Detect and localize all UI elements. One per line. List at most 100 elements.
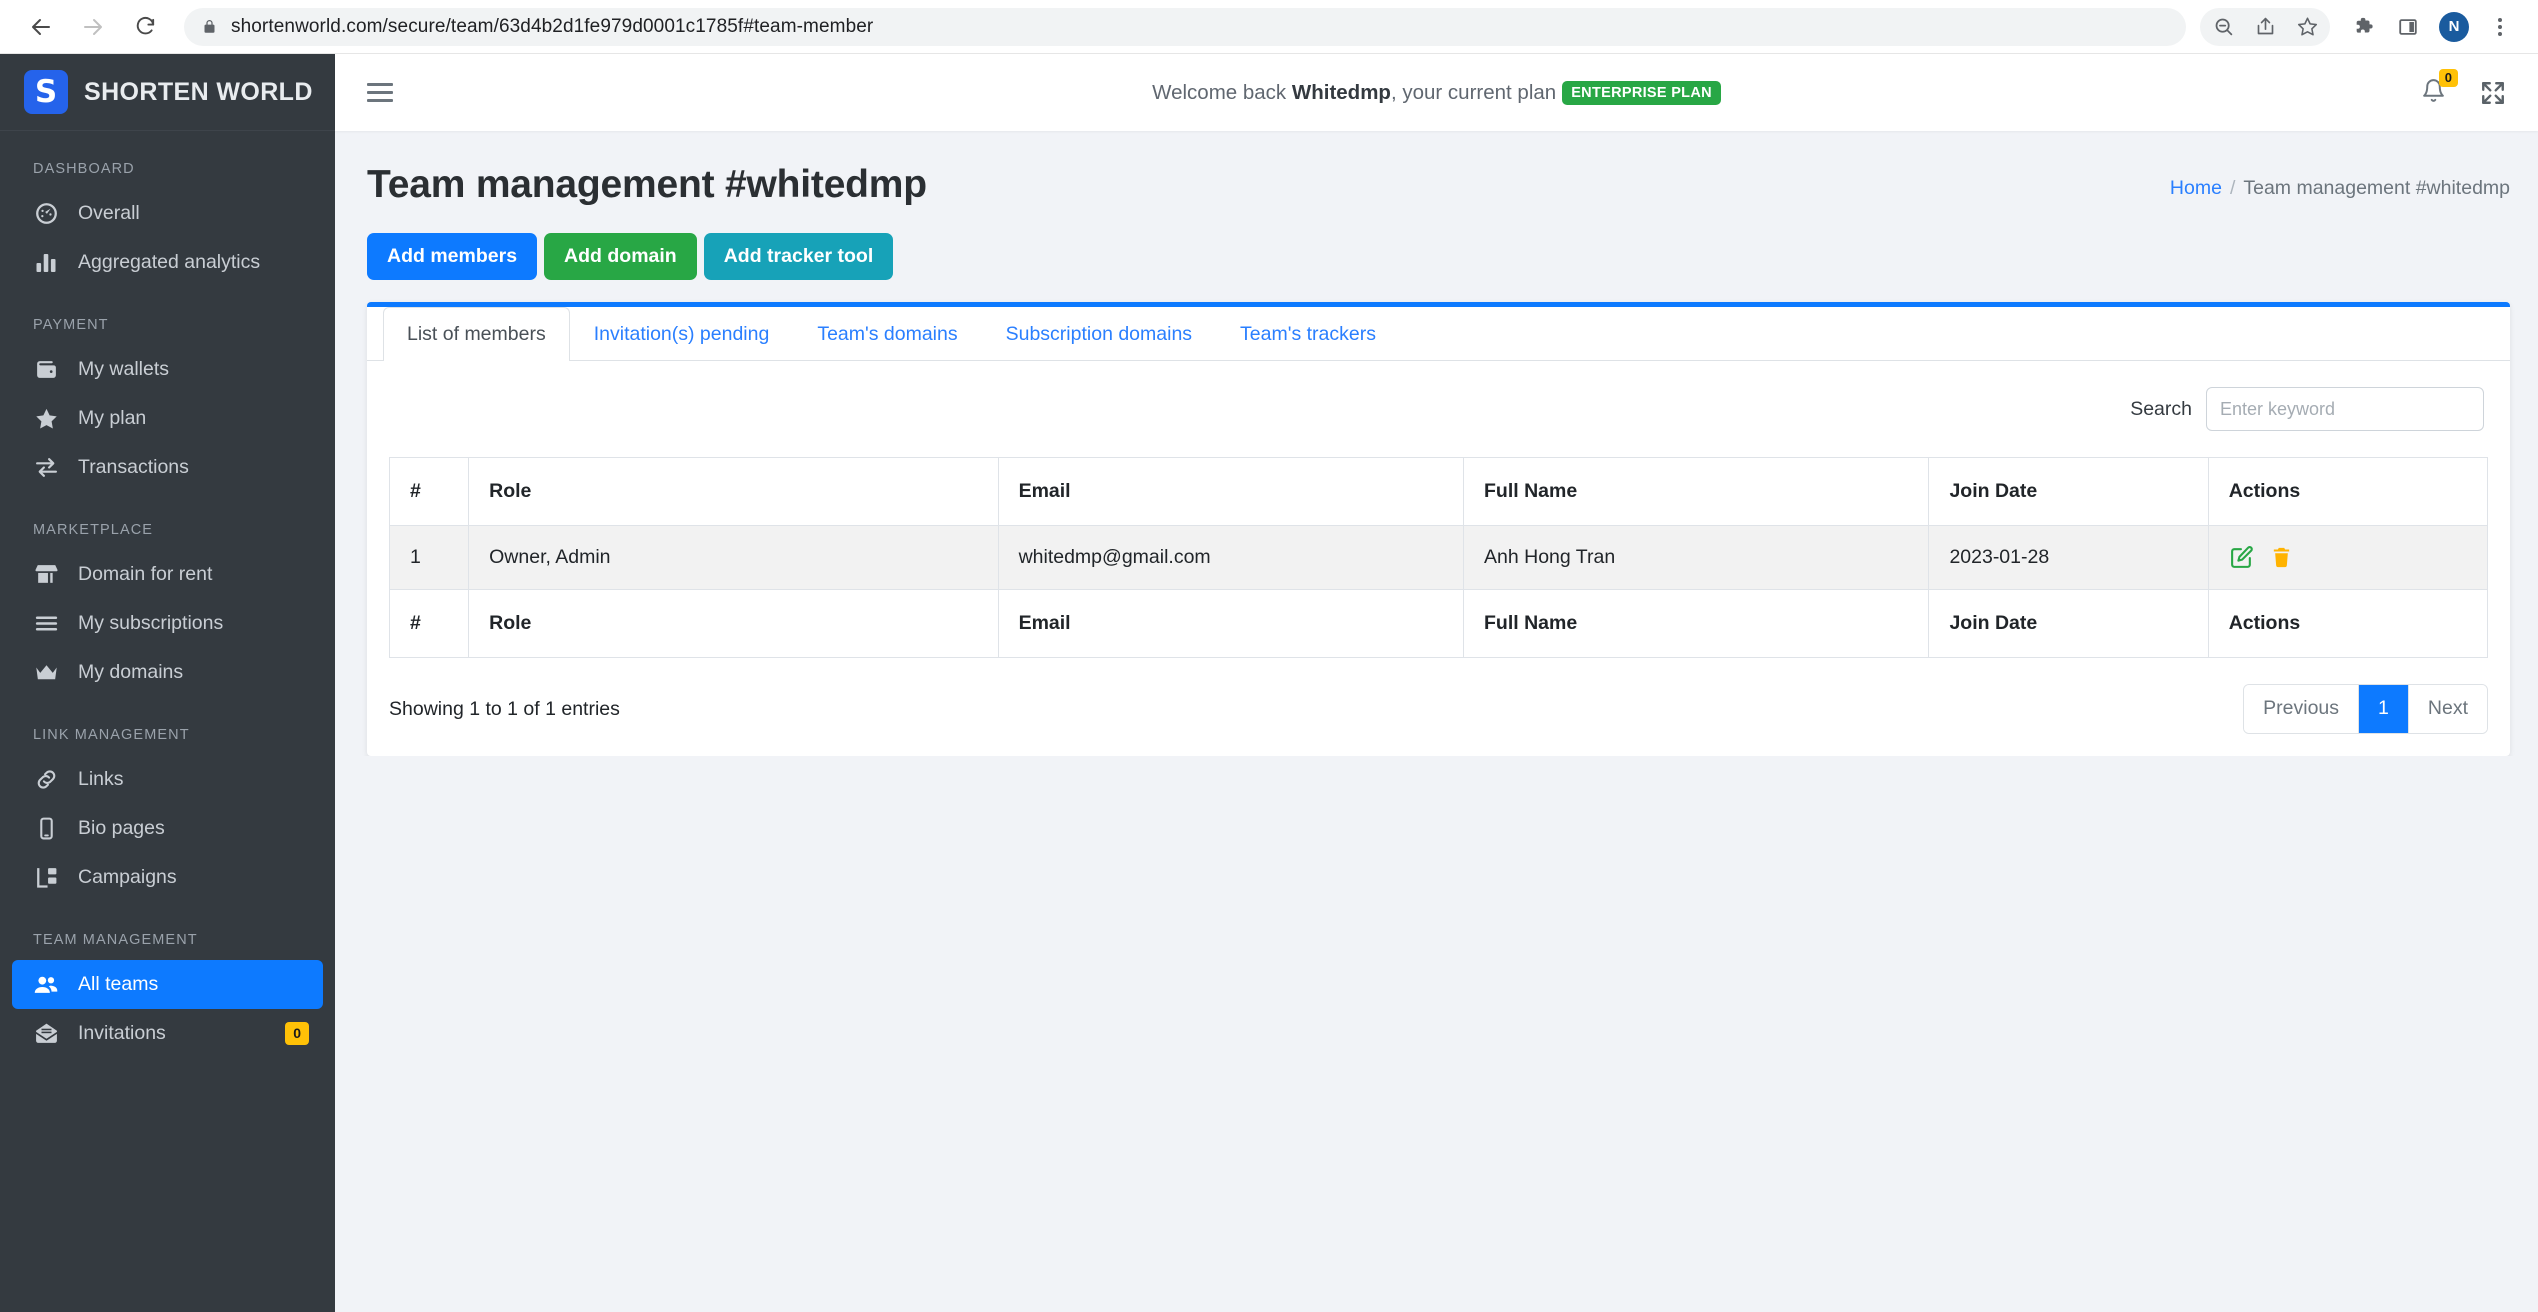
delete-member-icon[interactable] (2270, 546, 2293, 569)
sidebar-item-bio-pages[interactable]: Bio pages (12, 804, 323, 853)
sidebar-item-domain-for-rent[interactable]: Domain for rent (12, 550, 323, 599)
column-header: Role (468, 589, 999, 659)
reload-button[interactable] (122, 4, 168, 50)
app-shell: S SHORTEN WORLD DASHBOARD Overall Aggregat… (0, 54, 2538, 1312)
address-bar[interactable]: shortenworld.com/secure/team/63d4b2d1fe9… (184, 7, 2186, 46)
table-footer-header-row: # Role Email Full Name Join Date Actions (388, 589, 2489, 659)
sidebar: S SHORTEN WORLD DASHBOARD Overall Aggregat… (0, 54, 335, 1312)
main-area: Welcome back Whitedmp, your current plan… (335, 54, 2538, 1312)
column-header: Join Date (1928, 589, 2209, 659)
breadcrumb-home-link[interactable]: Home (2170, 177, 2222, 199)
tab-team-s-domains[interactable]: Team's domains (793, 307, 981, 361)
members-card: List of members Invitation(s) pending Team… (367, 302, 2510, 756)
star-icon (33, 406, 59, 432)
topbar-actions: 0 (2421, 68, 2506, 108)
profile-avatar[interactable]: N (2439, 11, 2469, 42)
sidebar-nav: DASHBOARD Overall Aggregated analytics PAYM… (0, 161, 335, 1058)
sidebar-section-title: LINK MANAGEMENT (33, 727, 190, 743)
pagination-previous[interactable]: Previous (2244, 685, 2360, 733)
table-body: 1 Owner, Admin whitedmp@gmail.com Anh Hong … (388, 525, 2489, 591)
table-header-row: # Role Email Full Name Join Date Actions (388, 457, 2489, 527)
breadcrumb: Home / Team management #whitedmp (2170, 163, 2510, 200)
sidebar-section-title: TEAM MANAGEMENT (33, 932, 198, 948)
sidebar-item-my-plan[interactable]: My plan (12, 394, 323, 443)
pagination-page-1[interactable]: 1 (2359, 685, 2409, 733)
cell-actions (2207, 525, 2489, 591)
table-head: # Role Email Full Name Join Date Actions (388, 457, 2489, 527)
column-header: Email (997, 457, 1465, 527)
cell-index: 1 (388, 525, 470, 591)
sidebar-item-label: Campaigns (78, 866, 177, 888)
sidebar-item-label: My subscriptions (78, 612, 224, 634)
sidebar-item-badge: 0 (285, 1022, 309, 1045)
omnibox-actions (2200, 7, 2330, 46)
plan-badge: ENTERPRISE PLAN (1562, 80, 1721, 105)
search-label: Search (2130, 397, 2192, 420)
column-header: # (388, 457, 470, 527)
entries-info: Showing 1 to 1 of 1 entries (389, 697, 620, 720)
sidebar-item-all-teams[interactable]: All teams (12, 960, 323, 1009)
sidebar-item-transactions[interactable]: Transactions (12, 443, 323, 492)
page-content: Team management #whitedmp Home / Team mana… (335, 131, 2538, 756)
zoom-out-icon[interactable] (2204, 8, 2242, 46)
sidebar-section-title: MARKETPLACE (33, 522, 154, 538)
add-members-button[interactable]: Add members (367, 233, 538, 281)
browser-toolbar: shortenworld.com/secure/team/63d4b2d1fe9… (0, 0, 2538, 54)
users-icon (33, 972, 59, 998)
browser-menu-button[interactable] (2480, 7, 2520, 47)
sidebar-item-campaigns[interactable]: Campaigns (12, 853, 323, 902)
sidebar-item-overall[interactable]: Overall (12, 189, 323, 238)
tab-list-of-members[interactable]: List of members (383, 307, 570, 362)
notifications-button[interactable]: 0 (2421, 68, 2458, 108)
add-tracker-tool-button[interactable]: Add tracker tool (703, 233, 894, 281)
welcome-username: Whitedmp (1291, 80, 1391, 104)
sidebar-section-title: PAYMENT (33, 317, 109, 333)
page-header: Team management #whitedmp Home / Team mana… (367, 163, 2510, 207)
sidebar-item-aggregated-analytics[interactable]: Aggregated analytics (12, 238, 323, 287)
search-row: Search (389, 387, 2488, 432)
sidebar-item-label: Links (78, 768, 124, 790)
bookmark-star-icon[interactable] (2288, 8, 2326, 46)
column-header: Role (468, 457, 999, 527)
search-input[interactable] (2206, 387, 2484, 432)
tab-team-s-trackers[interactable]: Team's trackers (1216, 307, 1400, 361)
extensions-puzzle-icon[interactable] (2344, 7, 2384, 47)
lock-icon (202, 18, 217, 35)
column-header: Actions (2207, 589, 2489, 659)
add-domain-button[interactable]: Add domain (544, 233, 697, 281)
breadcrumb-current: Team management #whitedmp (2243, 177, 2510, 199)
forward-button[interactable] (70, 4, 116, 50)
fullscreen-button[interactable] (2480, 80, 2506, 106)
sidebar-item-links[interactable]: Links (12, 755, 323, 804)
sidebar-toggle-icon[interactable] (367, 83, 393, 102)
sidebar-item-my-subscriptions[interactable]: My subscriptions (12, 599, 323, 648)
mobile-phone-icon (33, 816, 59, 842)
sidebar-item-my-domains[interactable]: My domains (12, 648, 323, 697)
edit-member-icon[interactable] (2229, 545, 2254, 570)
column-header: Full Name (1462, 589, 1930, 659)
gauge-icon (33, 201, 59, 227)
side-panel-icon[interactable] (2388, 7, 2428, 47)
sidebar-item-label: Invitations (78, 1022, 166, 1044)
notification-count-badge: 0 (2438, 68, 2458, 88)
tab-invitation-s-pending[interactable]: Invitation(s) pending (570, 307, 794, 361)
welcome-message: Welcome back Whitedmp, your current plan… (335, 80, 2538, 105)
back-button[interactable] (18, 4, 64, 50)
pagination-next[interactable]: Next (2408, 685, 2487, 733)
list-icon (33, 611, 59, 637)
brand[interactable]: S SHORTEN WORLD (0, 54, 335, 131)
sidebar-item-invitations[interactable]: Invitations 0 (12, 1009, 323, 1058)
sidebar-item-label: My wallets (78, 358, 170, 380)
cell-full-name: Anh Hong Tran (1462, 525, 1930, 591)
kebab-icon (2498, 17, 2502, 36)
sidebar-item-my-wallets[interactable]: My wallets (12, 345, 323, 394)
browser-extras: N (2344, 7, 2520, 47)
table-row: 1 Owner, Admin whitedmp@gmail.com Anh Hong … (388, 525, 2489, 591)
column-header: Actions (2207, 457, 2489, 527)
share-icon[interactable] (2246, 8, 2284, 46)
sidebar-item-label: Transactions (78, 456, 189, 478)
column-header: Full Name (1462, 457, 1930, 527)
tab-subscription-domains[interactable]: Subscription domains (982, 307, 1216, 361)
bar-chart-icon (33, 250, 59, 276)
cell-join-date: 2023-01-28 (1928, 525, 2209, 591)
